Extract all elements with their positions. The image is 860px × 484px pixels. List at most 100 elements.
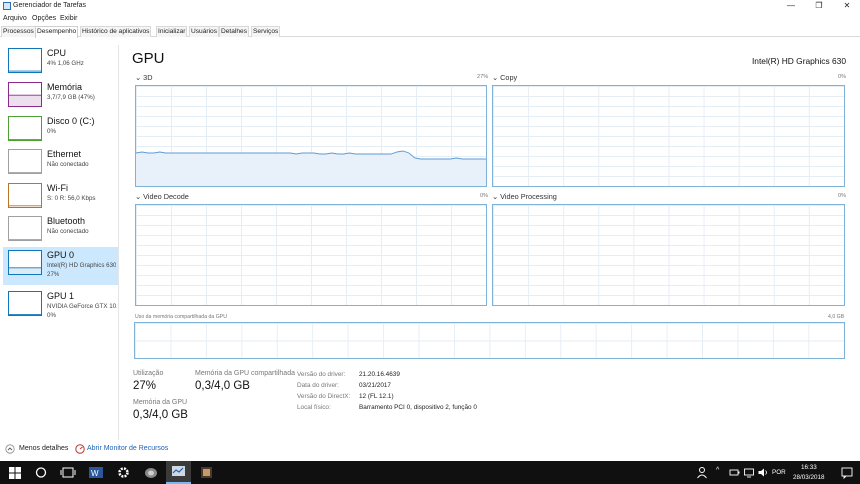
sidebar-item-cpu[interactable]: CPU 4% 1,06 GHz (3, 45, 118, 77)
sidebar-item-label: Bluetooth (47, 216, 86, 226)
physical-location-label: Local físico: (297, 404, 331, 411)
people-icon[interactable] (696, 465, 708, 480)
collapse-icon[interactable] (5, 444, 15, 454)
graph-video-decode-selector[interactable]: ⌄ Video Decode (135, 192, 189, 201)
physical-location-value: Barramento PCI 0, dispositivo 2, função … (359, 404, 477, 411)
menu-exibir[interactable]: Exibir (60, 15, 78, 22)
graph-3d (135, 85, 487, 187)
sidebar-item-memoria[interactable]: Memória 3,7/7,9 GB (47%) (3, 79, 118, 111)
shared-gpu-memory-value: 0,3/4,0 GB (195, 380, 250, 392)
graph-video-decode (135, 204, 487, 306)
show-hidden-icons-chevron[interactable]: ^ (716, 467, 719, 474)
thumbnail-sparkline (9, 70, 41, 72)
utilization-value: 27% (133, 380, 157, 392)
action-center-icon[interactable] (840, 465, 854, 480)
gpu-1-thumbnail (8, 291, 42, 316)
clock-time[interactable]: 16:33 (801, 464, 817, 471)
sidebar-item-wifi[interactable]: Wi-Fi S: 0 R: 56,0 Kbps (3, 180, 118, 212)
gpu-0-thumbnail (8, 250, 42, 275)
graph-copy (492, 85, 845, 187)
media-player-icon[interactable] (199, 465, 214, 480)
shared-gpu-memory-label: Memória da GPU compartilhada (195, 370, 295, 377)
tab-detalhes[interactable]: Detalhes (219, 26, 250, 37)
utilization-label: Utilização (133, 370, 164, 377)
graph-copy-percent: 0% (838, 74, 847, 80)
tab-servicos[interactable]: Serviços (251, 26, 281, 37)
graph-3d-selector[interactable]: ⌄ 3D (135, 73, 152, 82)
sidebar-item-detail: Não conectado (47, 228, 89, 235)
shared-memory-graph-label: Uso da memória compartilhada da GPU (135, 314, 227, 320)
adapter-name: Intel(R) HD Graphics 630 (751, 56, 846, 66)
sidebar-item-label: CPU (47, 48, 67, 58)
graph-3d-plot (136, 150, 486, 186)
task-manager-taskbar-button[interactable] (166, 461, 191, 484)
utilization-area (136, 151, 486, 186)
tab-desempenho[interactable]: Desempenho (35, 26, 79, 38)
graph-video-decode-percent: 0% (480, 193, 489, 199)
graph-copy-selector[interactable]: ⌄ Copy (492, 73, 517, 82)
sidebar-item-disco[interactable]: Disco 0 (C:) 0% (3, 113, 118, 145)
network-icon[interactable] (743, 465, 755, 480)
menu-opcoes[interactable]: Opções (32, 15, 56, 22)
thumbnail-sparkline (9, 138, 41, 140)
cpu-thumbnail (8, 48, 42, 73)
sidebar-item-detail: 0% (47, 128, 56, 135)
page-title: GPU (132, 50, 165, 67)
sidebar-item-detail: 0% (47, 312, 56, 319)
sidebar-item-ethernet[interactable]: Ethernet Não conectado (3, 146, 118, 178)
clock-date[interactable]: 28/03/2018 (793, 474, 825, 481)
input-language-indicator[interactable]: POR (772, 469, 786, 476)
graph-video-processing (492, 204, 845, 306)
battery-icon[interactable] (729, 465, 740, 480)
graph-video-decode-label: Video Decode (143, 192, 189, 201)
open-resource-monitor-link[interactable]: Abrir Monitor de Recursos (87, 445, 168, 452)
minimize-button[interactable]: — (778, 0, 804, 13)
sidebar-item-bluetooth[interactable]: Bluetooth Não conectado (3, 213, 118, 245)
maximize-button[interactable]: ❐ (806, 0, 832, 13)
word-app-icon[interactable]: W (88, 465, 104, 480)
tab-historico[interactable]: Histórico de aplicativos (80, 26, 152, 37)
sidebar-item-detail: 3,7/7,9 GB (47%) (47, 94, 95, 101)
sidebar-item-label: Ethernet (47, 149, 82, 159)
thumbnail-sparkline (9, 205, 41, 207)
close-button[interactable]: ✕ (834, 0, 860, 13)
sidebar-item-label: GPU 0 (47, 250, 75, 260)
sidebar-item-label: GPU 1 (47, 291, 75, 301)
tab-processos[interactable]: Processos (1, 26, 36, 37)
shared-memory-graph-max: 4,0 GB (828, 314, 845, 320)
windows-start-icon[interactable] (8, 465, 22, 480)
sidebar-item-gpu-1[interactable]: GPU 1 NVIDIA GeForce GTX 10... 0% (3, 288, 118, 324)
task-manager-icon (3, 2, 11, 10)
tab-usuarios[interactable]: Usuários (189, 26, 220, 37)
thumbnail-sparkline (9, 238, 41, 240)
sidebar-item-detail: 4% 1,06 GHz (47, 60, 84, 67)
directx-version-label: Versão do DirectX: (297, 393, 351, 400)
fewer-details-link[interactable]: Menos detalhes (19, 445, 68, 452)
directx-version-value: 12 (FL 12.1) (359, 393, 394, 400)
sidebar-item-gpu-0[interactable]: GPU 0 Intel(R) HD Graphics 630 27% (3, 247, 118, 285)
driver-date-value: 03/21/2017 (359, 382, 391, 389)
settings-gear-icon[interactable] (116, 465, 131, 480)
gpu-memory-label: Memória da GPU (133, 399, 188, 406)
thumbnail-fill (9, 95, 41, 106)
graph-video-processing-selector[interactable]: ⌄ Video Processing (492, 192, 557, 201)
driver-version-label: Versão do driver: (297, 371, 346, 378)
app-icon[interactable] (143, 465, 159, 480)
task-view-icon[interactable] (60, 465, 76, 480)
sidebar-item-detail: S: 0 R: 56,0 Kbps (47, 195, 96, 202)
shared-memory-graph (134, 322, 845, 359)
menu-arquivo[interactable]: Arquivo (3, 15, 27, 22)
search-icon[interactable] (34, 465, 48, 480)
sidebar-item-detail: Intel(R) HD Graphics 630 (47, 262, 117, 269)
graph-video-processing-label: Video Processing (500, 192, 557, 201)
wifi-thumbnail (8, 183, 42, 208)
thumbnail-sparkline (9, 267, 41, 274)
svg-text:W: W (91, 469, 99, 478)
ethernet-thumbnail (8, 149, 42, 174)
volume-icon[interactable] (757, 465, 769, 480)
thumbnail-sparkline (9, 313, 41, 315)
driver-version-value: 21.20.16.4639 (359, 371, 400, 378)
menu-bar: Arquivo Opções Exibir (0, 13, 860, 25)
tab-bar: Processos Desempenho Histórico de aplica… (0, 25, 860, 38)
tab-inicializar[interactable]: Inicializar (156, 26, 188, 37)
